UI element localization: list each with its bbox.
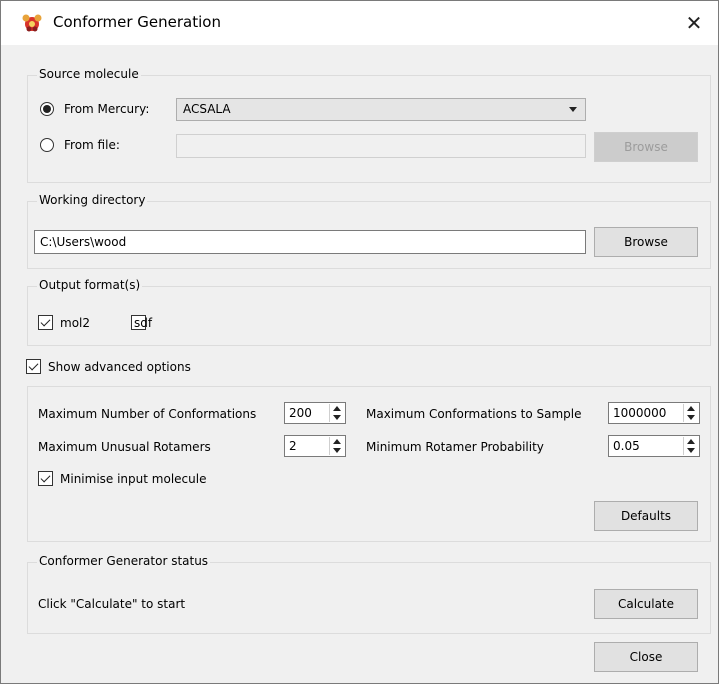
sdf-label: sdf <box>134 316 153 330</box>
close-icon[interactable]: ✕ <box>678 7 710 39</box>
working-directory-browse-button[interactable]: Browse <box>594 227 698 257</box>
minimise-input-checkbox[interactable] <box>38 471 53 486</box>
defaults-button[interactable]: Defaults <box>594 501 698 531</box>
calculate-button[interactable]: Calculate <box>594 589 698 619</box>
mol2-label: mol2 <box>60 316 90 330</box>
spin-up-icon[interactable] <box>333 439 341 444</box>
generator-status-group: Conformer Generator status Click "Calcul… <box>27 554 711 634</box>
max-sample-spinbox[interactable]: 1000000 <box>608 402 700 424</box>
mercury-app-icon <box>22 14 42 32</box>
from-mercury-label: From Mercury: <box>64 102 150 116</box>
window-title: Conformer Generation <box>53 13 221 31</box>
max-conformations-value: 200 <box>289 406 312 420</box>
spin-buttons[interactable] <box>683 437 698 455</box>
source-browse-button[interactable]: Browse <box>594 132 698 162</box>
max-unusual-rotamers-spinbox[interactable]: 2 <box>284 435 346 457</box>
spin-up-icon[interactable] <box>687 439 695 444</box>
from-mercury-radio[interactable] <box>40 102 54 116</box>
source-molecule-group: Source molecule From Mercury: ACSALA Fro… <box>27 67 711 183</box>
mercury-selected-value: ACSALA <box>183 102 231 116</box>
close-button[interactable]: Close <box>594 642 698 672</box>
min-rotamer-probability-value: 0.05 <box>613 439 640 453</box>
from-file-radio[interactable] <box>40 138 54 152</box>
chevron-down-icon <box>569 107 577 112</box>
minimise-input-label: Minimise input molecule <box>60 472 207 486</box>
working-directory-field[interactable]: C:\Users\wood <box>34 230 586 254</box>
working-directory-group: Working directory C:\Users\wood Browse <box>27 193 711 269</box>
spin-up-icon[interactable] <box>687 406 695 411</box>
spin-buttons[interactable] <box>329 404 344 422</box>
from-file-label: From file: <box>64 138 120 152</box>
output-format-group: Output format(s) mol2 sdf <box>27 278 711 346</box>
spin-buttons[interactable] <box>683 404 698 422</box>
min-rotamer-probability-spinbox[interactable]: 0.05 <box>608 435 700 457</box>
source-molecule-legend: Source molecule <box>37 67 141 81</box>
spin-down-icon[interactable] <box>333 415 341 420</box>
show-advanced-checkbox[interactable] <box>26 359 41 374</box>
min-rotamer-probability-label: Minimum Rotamer Probability <box>366 440 544 454</box>
max-conformations-label: Maximum Number of Conformations <box>38 407 257 421</box>
spin-buttons[interactable] <box>329 437 344 455</box>
max-conformations-spinbox[interactable]: 200 <box>284 402 346 424</box>
spin-down-icon[interactable] <box>687 448 695 453</box>
max-unusual-rotamers-value: 2 <box>289 439 297 453</box>
conformer-generation-dialog: Conformer Generation ✕ Source molecule F… <box>0 0 719 684</box>
max-sample-label: Maximum Conformations to Sample <box>366 407 582 421</box>
max-sample-value: 1000000 <box>613 406 667 420</box>
title-bar: Conformer Generation ✕ <box>1 1 718 45</box>
generator-status-legend: Conformer Generator status <box>37 554 211 568</box>
show-advanced-label: Show advanced options <box>48 360 191 374</box>
mercury-structure-dropdown[interactable]: ACSALA <box>176 98 586 121</box>
mol2-checkbox[interactable] <box>38 315 53 330</box>
status-message: Click "Calculate" to start <box>38 597 186 611</box>
spin-down-icon[interactable] <box>333 448 341 453</box>
max-unusual-rotamers-label: Maximum Unusual Rotamers <box>38 440 211 454</box>
file-path-field[interactable] <box>176 134 586 158</box>
spin-down-icon[interactable] <box>687 415 695 420</box>
spin-up-icon[interactable] <box>333 406 341 411</box>
output-format-legend: Output format(s) <box>37 278 143 292</box>
advanced-options-group: Maximum Number of Conformations 200 Maxi… <box>27 386 711 542</box>
working-directory-legend: Working directory <box>37 193 148 207</box>
